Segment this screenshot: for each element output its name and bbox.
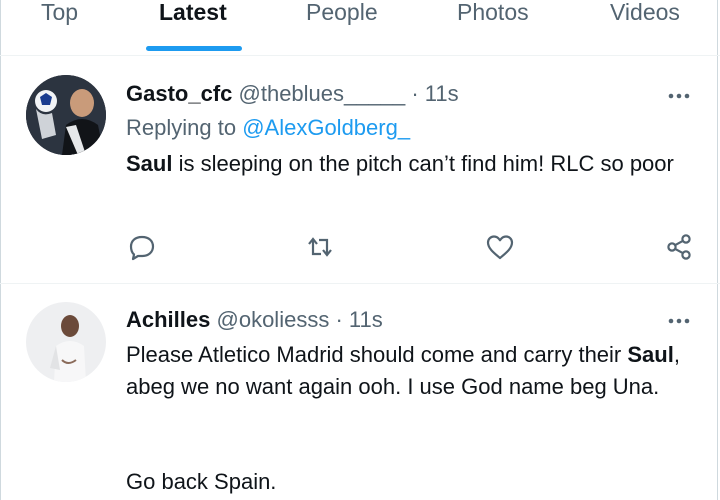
display-name[interactable]: Gasto_cfc <box>126 81 232 106</box>
avatar[interactable] <box>26 75 106 155</box>
share-icon[interactable] <box>664 232 694 262</box>
tab-videos[interactable]: Videos <box>610 0 680 24</box>
tab-people[interactable]: People <box>306 0 378 24</box>
bold-keyword: Saul <box>126 151 173 176</box>
timestamp[interactable]: 11s <box>425 81 459 106</box>
profile-photo-icon <box>26 75 106 155</box>
timestamp[interactable]: 11s <box>349 307 383 332</box>
search-tabs: Top Latest People Photos Videos <box>0 0 720 56</box>
tweet-text: Saul is sleeping on the pitch can’t find… <box>126 148 686 180</box>
profile-photo-icon <box>26 302 106 382</box>
tab-latest[interactable]: Latest <box>159 0 227 24</box>
display-name[interactable]: Achilles <box>126 307 210 332</box>
active-tab-indicator <box>146 46 242 51</box>
avatar[interactable] <box>26 302 106 382</box>
handle[interactable]: @theblues_____ <box>239 81 406 106</box>
replying-to: Replying to @AlexGoldberg_ <box>126 114 410 142</box>
separator: · <box>405 81 425 106</box>
tab-photos[interactable]: Photos <box>457 0 529 24</box>
divider <box>0 55 720 56</box>
timeline-column <box>0 0 718 500</box>
handle[interactable]: @okoliesss <box>217 307 330 332</box>
divider <box>0 283 720 284</box>
more-options-icon[interactable] <box>665 82 693 110</box>
heart-icon[interactable] <box>485 232 515 262</box>
more-options-icon[interactable] <box>665 307 693 335</box>
retweet-icon[interactable] <box>305 232 335 262</box>
replying-label: Replying to <box>126 115 237 140</box>
tweet-header: Achilles @okoliesss · 11s <box>126 306 383 334</box>
tab-top[interactable]: Top <box>41 0 78 24</box>
tweet-text: Please Atletico Madrid should come and c… <box>126 339 686 403</box>
comment-icon[interactable] <box>127 232 157 262</box>
tweet-text-line: Go back Spain. <box>126 469 277 494</box>
bold-keyword: Saul <box>627 342 674 367</box>
tweet-text-rest: is sleeping on the pitch can’t find him!… <box>172 151 674 176</box>
mention-link[interactable]: @AlexGoldberg_ <box>242 115 410 140</box>
tweet-text-start: Please Atletico Madrid should come and c… <box>126 342 628 367</box>
separator: · <box>329 307 349 332</box>
tweet-header: Gasto_cfc @theblues_____ · 11s <box>126 80 459 108</box>
